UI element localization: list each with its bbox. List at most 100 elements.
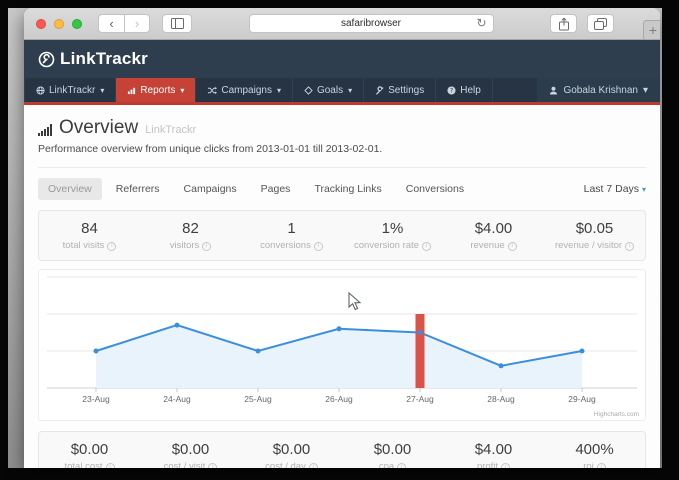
chevron-down-icon: ▾ xyxy=(643,85,648,96)
stat-profit: $4.00 profiti xyxy=(443,441,544,468)
info-icon[interactable]: i xyxy=(597,463,606,469)
diamond-icon xyxy=(304,86,313,95)
stat-label: conversionsi xyxy=(241,240,342,251)
site-header: LinkTrackr xyxy=(24,40,660,78)
tab-overview-button[interactable] xyxy=(587,14,614,33)
stat-cpa: $0.00 cpai xyxy=(342,441,443,468)
nav-label: Reports xyxy=(140,85,175,96)
page-title-suffix: LinkTrackr xyxy=(145,124,196,139)
tab-conversions[interactable]: Conversions xyxy=(396,178,474,200)
wrench-icon xyxy=(375,86,384,95)
stat-value: $0.00 xyxy=(241,441,342,458)
info-icon[interactable]: i xyxy=(314,242,323,251)
stat-value: 1 xyxy=(241,220,342,237)
forward-button[interactable]: › xyxy=(124,14,150,33)
tabs-icon xyxy=(594,18,607,30)
back-button[interactable]: ‹ xyxy=(98,14,124,33)
stat-value: 1% xyxy=(342,220,443,237)
screenshot-frame: ‹ › safaribrowser ↻ xyxy=(0,0,679,480)
new-tab-button[interactable]: + xyxy=(643,20,660,40)
stat-roi: 400% roii xyxy=(544,441,645,468)
traffic-lights xyxy=(36,19,82,29)
tabs-row: Overview Referrers Campaigns Pages Track… xyxy=(38,178,646,200)
date-range-label: Last 7 Days xyxy=(584,183,639,195)
info-icon[interactable]: i xyxy=(202,242,211,251)
svg-text:25-Aug: 25-Aug xyxy=(244,394,272,404)
nav-item-goals[interactable]: Goals ▾ xyxy=(293,78,364,102)
stat-value: $0.00 xyxy=(39,441,140,458)
stat-label: roii xyxy=(544,461,645,468)
close-window-button[interactable] xyxy=(36,19,46,29)
stat-value: 82 xyxy=(140,220,241,237)
main-nav: LinkTrackr ▾ Reports ▾ Camp xyxy=(24,78,660,102)
bar-chart-icon xyxy=(38,124,52,139)
nav-item-help[interactable]: ? Help xyxy=(436,78,493,102)
page-head: Overview LinkTrackr Performance overview… xyxy=(38,117,646,168)
linktrackr-logo-icon xyxy=(38,51,55,68)
nav-spacer xyxy=(493,78,538,102)
stat-label: revenue / visitori xyxy=(544,240,645,251)
info-icon[interactable]: i xyxy=(508,242,517,251)
linktrackr-brand[interactable]: LinkTrackr xyxy=(38,49,148,69)
help-icon: ? xyxy=(447,86,456,95)
chart-icon xyxy=(127,86,136,95)
tab-campaigns[interactable]: Campaigns xyxy=(174,178,247,200)
chevron-down-icon: ▾ xyxy=(180,86,184,95)
info-icon[interactable]: i xyxy=(106,463,115,469)
nav-item-reports[interactable]: Reports ▾ xyxy=(116,78,196,102)
svg-text:23-Aug: 23-Aug xyxy=(82,394,110,404)
overview-chart[interactable]: 23-Aug24-Aug25-Aug26-Aug27-Aug28-Aug29-A… xyxy=(39,270,645,416)
user-menu[interactable]: Gobala Krishnan ▾ xyxy=(537,78,660,102)
svg-text:26-Aug: 26-Aug xyxy=(325,394,353,404)
stats-panel-bottom: $0.00 total costi $0.00 cost / visiti $0… xyxy=(38,431,646,468)
stat-total-visits: 84 total visitsi xyxy=(39,220,140,251)
tab-tracking-links[interactable]: Tracking Links xyxy=(304,178,391,200)
stat-label: total visitsi xyxy=(39,240,140,251)
reload-icon[interactable]: ↻ xyxy=(476,16,486,30)
info-icon[interactable]: i xyxy=(107,242,116,251)
chevron-down-icon: ▾ xyxy=(100,86,104,95)
info-icon[interactable]: i xyxy=(397,463,406,469)
nav-item-campaigns[interactable]: Campaigns ▾ xyxy=(196,78,293,102)
stat-value: $0.05 xyxy=(544,220,645,237)
info-icon[interactable]: i xyxy=(625,242,634,251)
page-subtitle: Performance overview from unique clicks … xyxy=(38,143,646,155)
info-icon[interactable]: i xyxy=(309,463,318,469)
share-button[interactable] xyxy=(550,14,577,33)
date-range-dropdown[interactable]: Last 7 Days ▾ xyxy=(584,183,646,195)
nav-item-settings[interactable]: Settings xyxy=(364,78,436,102)
info-icon[interactable]: i xyxy=(208,463,217,469)
titlebar-right-buttons xyxy=(550,14,614,33)
info-icon[interactable]: i xyxy=(501,463,510,469)
nav-item-linktrackr[interactable]: LinkTrackr ▾ xyxy=(24,78,116,102)
stat-label: visitorsi xyxy=(140,240,241,251)
stat-label: cpai xyxy=(342,461,443,468)
stat-label: profiti xyxy=(443,461,544,468)
stat-value: $4.00 xyxy=(443,220,544,237)
tab-overview[interactable]: Overview xyxy=(38,178,102,200)
svg-text:24-Aug: 24-Aug xyxy=(163,394,191,404)
stat-revenue: $4.00 revenuei xyxy=(443,220,544,251)
svg-text:?: ? xyxy=(450,87,453,94)
browser-titlebar: ‹ › safaribrowser ↻ xyxy=(24,8,660,40)
address-bar[interactable]: safaribrowser ↻ xyxy=(249,14,494,33)
minimize-window-button[interactable] xyxy=(54,19,64,29)
info-icon[interactable]: i xyxy=(422,242,431,251)
safari-window: ‹ › safaribrowser ↻ xyxy=(24,8,660,468)
stat-visitors: 82 visitorsi xyxy=(140,220,241,251)
page-title: Overview xyxy=(59,117,138,139)
page-content: Overview LinkTrackr Performance overview… xyxy=(24,105,660,468)
stat-conversions: 1 conversionsi xyxy=(241,220,342,251)
stat-value: $0.00 xyxy=(342,441,443,458)
chart-credit[interactable]: Highcharts.com xyxy=(594,411,639,418)
share-icon xyxy=(558,17,570,31)
stat-label: cost / dayi xyxy=(241,461,342,468)
tab-pages[interactable]: Pages xyxy=(251,178,301,200)
history-nav: ‹ › xyxy=(98,14,150,33)
zoom-window-button[interactable] xyxy=(72,19,82,29)
sidebar-toggle-button[interactable] xyxy=(162,14,192,33)
tab-referrers[interactable]: Referrers xyxy=(106,178,170,200)
stat-total-cost: $0.00 total costi xyxy=(39,441,140,468)
stat-revenue-visitor: $0.05 revenue / visitori xyxy=(544,220,645,251)
user-icon xyxy=(549,86,558,95)
